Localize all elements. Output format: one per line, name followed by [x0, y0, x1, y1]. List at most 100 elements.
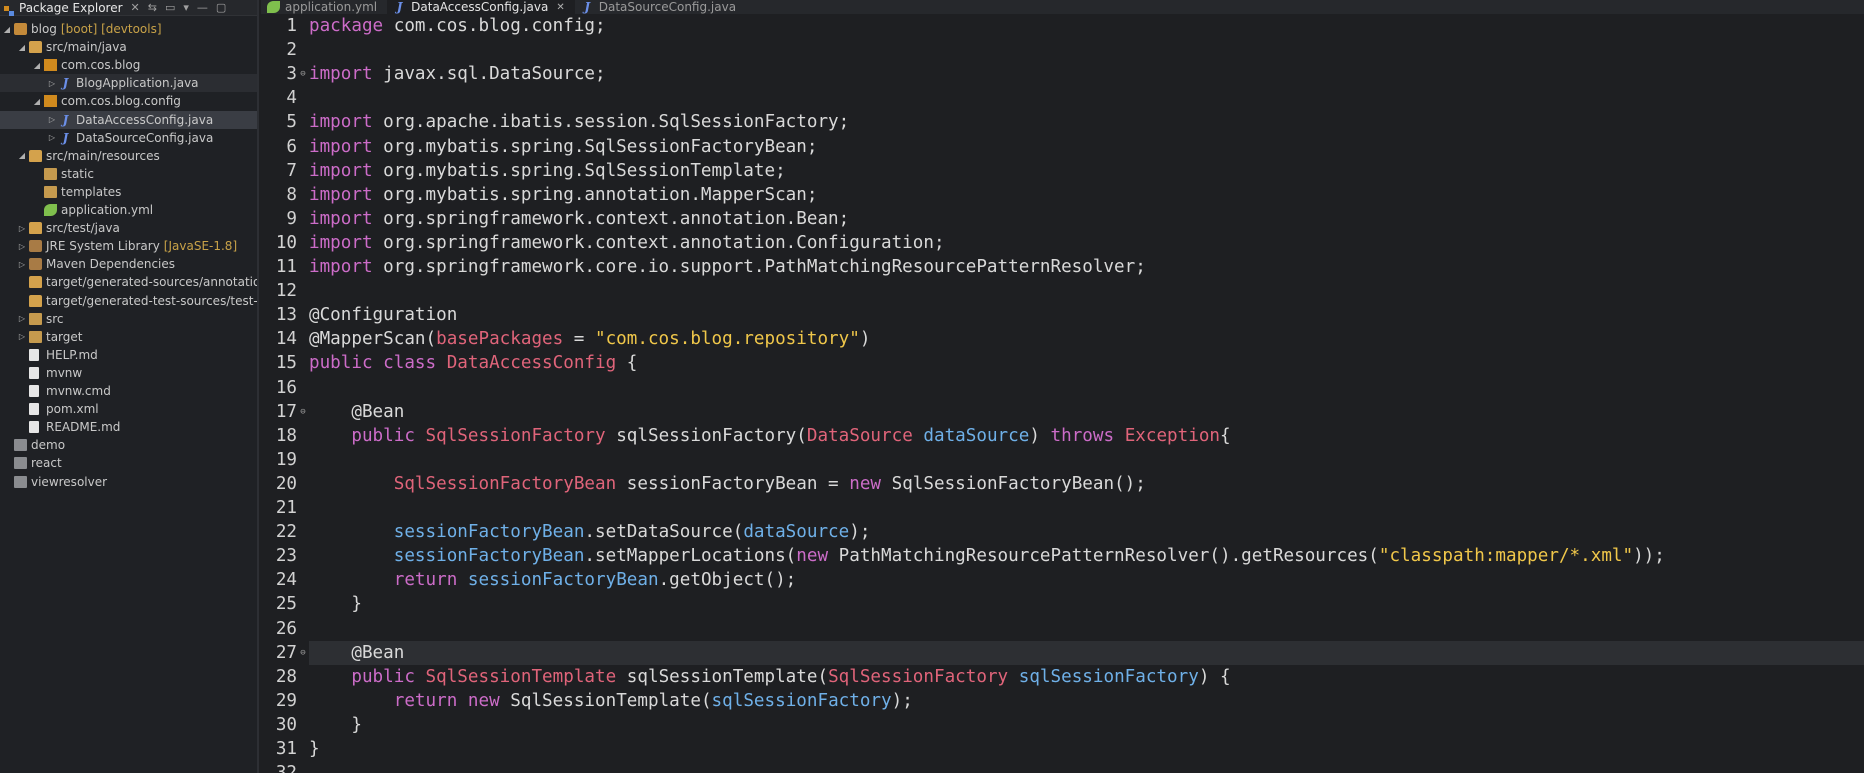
collapsed-arrow-icon[interactable]: ▷: [17, 224, 27, 233]
code-line[interactable]: 16: [261, 376, 1864, 400]
tree-item[interactable]: target/generated-test-sources/test-annot…: [0, 292, 257, 310]
code-token: .setMapperLocations(: [584, 546, 797, 567]
line-number: 14: [275, 329, 297, 350]
collapsed-arrow-icon[interactable]: ▷: [47, 133, 57, 142]
code-line[interactable]: 21: [261, 496, 1864, 520]
tree-item[interactable]: target/generated-sources/annotations: [0, 273, 257, 291]
link-with-editor-icon[interactable]: ⇆: [148, 1, 157, 14]
tree-item[interactable]: ◢ com.cos.blog: [0, 56, 257, 74]
tree-item[interactable]: templates: [0, 183, 257, 201]
code-line[interactable]: 31}: [261, 737, 1864, 761]
tree-item[interactable]: ▷ src/test/java: [0, 219, 257, 237]
line-number: 6: [286, 136, 297, 157]
tree-item-label: src/main/resources: [46, 148, 160, 163]
collapsed-arrow-icon[interactable]: ▷: [17, 260, 27, 269]
tree-item[interactable]: mvnw: [0, 364, 257, 382]
code-line[interactable]: 27 ⊖ @Bean: [261, 640, 1864, 665]
tree-item[interactable]: HELP.md: [0, 346, 257, 364]
expanded-arrow-icon[interactable]: ◢: [17, 151, 27, 160]
expanded-arrow-icon[interactable]: ◢: [17, 43, 27, 52]
tree-item[interactable]: ▷ J DataSourceConfig.java: [0, 129, 257, 147]
collapsed-arrow-icon[interactable]: ▷: [17, 332, 27, 341]
editor-tab[interactable]: J DataAccessConfig.java ✕: [387, 0, 575, 14]
code-line[interactable]: 19: [261, 448, 1864, 472]
code-line[interactable]: 30 }: [261, 713, 1864, 737]
code-line[interactable]: 9 import org.springframework.context.anno…: [261, 207, 1864, 231]
collapse-all-icon[interactable]: ▭: [165, 1, 175, 14]
code-line[interactable]: 29 return new SqlSessionTemplate(sqlSess…: [261, 689, 1864, 713]
tree-item[interactable]: viewresolver: [0, 473, 257, 491]
tree-item[interactable]: ▷ Maven Dependencies: [0, 255, 257, 273]
code-line[interactable]: 15 public class DataAccessConfig {: [261, 351, 1864, 375]
folder-icon: [44, 167, 57, 180]
tree-item[interactable]: mvnw.cmd: [0, 382, 257, 400]
collapsed-arrow-icon[interactable]: ▷: [47, 79, 57, 88]
expanded-arrow-icon[interactable]: ◢: [32, 97, 42, 106]
code-line[interactable]: 22 sessionFactoryBean.setDataSource(data…: [261, 520, 1864, 544]
minimize-icon[interactable]: —: [197, 1, 208, 14]
code-line[interactable]: 13 @Configuration: [261, 303, 1864, 327]
fold-toggle-icon[interactable]: ⊖: [297, 69, 309, 79]
code-line[interactable]: 32: [261, 761, 1864, 773]
tree-item[interactable]: ▷ J BlogApplication.java: [0, 74, 257, 93]
code-line[interactable]: 10 import org.springframework.context.ann…: [261, 231, 1864, 255]
collapsed-arrow-icon[interactable]: ▷: [47, 115, 57, 124]
package-explorer: Package Explorer ✕ ⇆ ▭ ▾ — ▢ ◢ blog [boot]…: [0, 0, 259, 773]
tree-item-label: JRE System Library: [46, 239, 160, 254]
code-line[interactable]: 17 ⊖ @Bean: [261, 400, 1864, 424]
code-token: org.springframework.context.annotation.B…: [372, 208, 850, 229]
fold-toggle-icon[interactable]: ⊖: [297, 407, 309, 417]
tree-item[interactable]: ▷ target: [0, 328, 257, 346]
code-editor[interactable]: 1 package com.cos.blog.config; 2 3 ⊖ import j…: [261, 14, 1864, 773]
code-line[interactable]: 18 public SqlSessionFactory sqlSessionFa…: [261, 424, 1864, 448]
collapsed-arrow-icon[interactable]: ▷: [17, 242, 27, 251]
code-line[interactable]: 4: [261, 86, 1864, 110]
code-line[interactable]: 3 ⊖ import javax.sql.DataSource;: [261, 62, 1864, 86]
code-line[interactable]: 5 import org.apache.ibatis.session.SqlSes…: [261, 110, 1864, 134]
code-line[interactable]: 14 @MapperScan(basePackages = "com.cos.bl…: [261, 327, 1864, 351]
expanded-arrow-icon[interactable]: ◢: [2, 25, 12, 34]
code-line[interactable]: 6 import org.mybatis.spring.SqlSessionFac…: [261, 135, 1864, 159]
collapsed-arrow-icon[interactable]: ▷: [17, 314, 27, 323]
code-line[interactable]: 7 import org.mybatis.spring.SqlSessionTem…: [261, 159, 1864, 183]
maximize-icon[interactable]: ▢: [216, 1, 226, 14]
code-line[interactable]: 23 sessionFactoryBean.setMapperLocations…: [261, 544, 1864, 568]
code-line[interactable]: 8 import org.mybatis.spring.annotation.Ma…: [261, 183, 1864, 207]
code-line[interactable]: 1 package com.cos.blog.config;: [261, 14, 1864, 38]
code-line[interactable]: 20 SqlSessionFactoryBean sessionFactoryB…: [261, 472, 1864, 496]
tree-item[interactable]: ▷ J DataAccessConfig.java: [0, 110, 257, 129]
tree-item[interactable]: application.yml: [0, 201, 257, 219]
tree-item[interactable]: pom.xml: [0, 400, 257, 418]
tree-item[interactable]: ◢ src/main/resources: [0, 147, 257, 165]
view-menu-icon[interactable]: ▾: [183, 1, 189, 14]
code-token: );: [891, 690, 913, 711]
close-view-icon[interactable]: ✕: [131, 1, 140, 14]
code-token: }: [309, 714, 362, 735]
code-token: @Bean: [351, 401, 405, 422]
tree-item[interactable]: ▷ JRE System Library [JavaSE-1.8]: [0, 237, 257, 255]
code-line[interactable]: 24 return sessionFactoryBean.getObject()…: [261, 568, 1864, 592]
code-token: SqlSessionFactory: [828, 666, 1009, 687]
code-line[interactable]: 26: [261, 617, 1864, 641]
code-token: SqlSessionFactory: [425, 425, 606, 446]
fold-toggle-icon[interactable]: ⊖: [297, 648, 309, 658]
close-tab-icon[interactable]: ✕: [556, 2, 564, 13]
tree-item[interactable]: demo: [0, 436, 257, 454]
tree-item[interactable]: ◢ src/main/java: [0, 38, 257, 56]
code-line[interactable]: 2: [261, 38, 1864, 62]
tree-item[interactable]: react: [0, 454, 257, 472]
code-token: ): [859, 329, 871, 350]
code-line[interactable]: 11 import org.springframework.core.io.sup…: [261, 255, 1864, 279]
tree-item[interactable]: static: [0, 165, 257, 183]
tree-item[interactable]: ◢ com.cos.blog.config: [0, 92, 257, 110]
editor-tab[interactable]: application.yml: [261, 0, 387, 14]
expanded-arrow-icon[interactable]: ◢: [32, 61, 42, 70]
code-line[interactable]: 28 public SqlSessionTemplate sqlSessionT…: [261, 665, 1864, 689]
code-line[interactable]: 12: [261, 279, 1864, 303]
tree-item[interactable]: ▷ src: [0, 310, 257, 328]
tree-item[interactable]: ◢ blog [boot] [devtools]: [0, 20, 257, 38]
tree-item[interactable]: README.md: [0, 418, 257, 436]
code-line[interactable]: 25 }: [261, 592, 1864, 616]
editor-tab[interactable]: J DataSourceConfig.java: [575, 0, 746, 14]
